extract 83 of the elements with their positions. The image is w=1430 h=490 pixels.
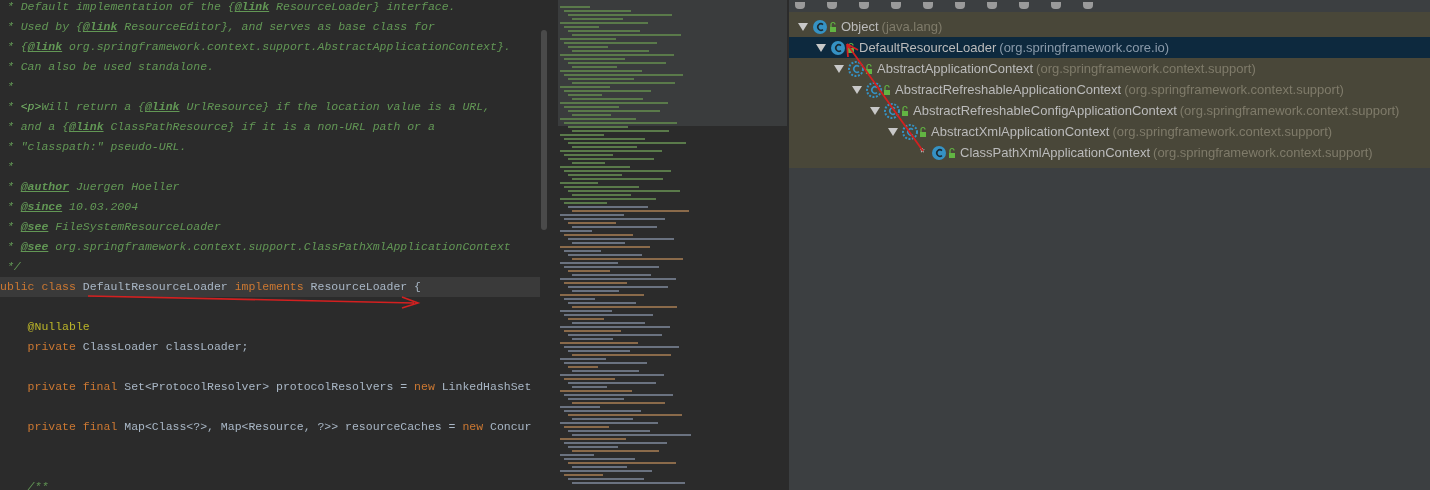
- comment-text: 10.03.2004: [68, 199, 139, 216]
- comment-text: *: [5, 99, 15, 116]
- toolbar-icon[interactable]: [891, 2, 901, 9]
- comment-text: *: [5, 239, 15, 256]
- annotation: @Nullable: [26, 319, 90, 336]
- comment-text: org.springframework.context.support.ClassPathXmlApplicationContext: [54, 239, 511, 256]
- comment-text: ResourceLoader} interface.: [275, 0, 456, 16]
- class-name: AbstractApplicationContext: [877, 59, 1034, 78]
- class-name: AbstractRefreshableConfigApplicationContext: [913, 101, 1177, 120]
- html-tag: <p>: [20, 98, 42, 116]
- toolbar-icon[interactable]: [923, 2, 933, 9]
- code-text: LinkedHashSet: [441, 379, 532, 396]
- comment-text: ClassPathResource} if it is a non-URL path or a: [109, 119, 435, 136]
- keyword: implements: [234, 279, 305, 296]
- comment-text: FileSystemResourceLoader: [54, 219, 221, 236]
- comment-text: *: [5, 159, 14, 176]
- comment-text: *: [5, 179, 15, 196]
- doc-tag: @link: [69, 118, 104, 136]
- comment-text: Used by {: [20, 19, 83, 36]
- code-text: Concur: [490, 419, 532, 436]
- keyword: private: [26, 339, 77, 356]
- doc-tag: @link: [234, 0, 270, 16]
- expand-arrow-icon[interactable]: [833, 63, 845, 74]
- comment-text: *: [5, 59, 15, 76]
- keyword: private final: [26, 379, 119, 396]
- code-editor[interactable]: [0, 0, 540, 490]
- comment-text: */: [5, 259, 21, 276]
- doc-tag: @link: [144, 98, 180, 116]
- doc-tag: @author: [20, 178, 70, 196]
- comment-text: Will return a {: [41, 99, 145, 116]
- doc-tag: @since: [20, 198, 63, 216]
- toolbar-icon[interactable]: [827, 2, 837, 9]
- toolbar-icon[interactable]: [1019, 2, 1029, 9]
- comment-text: Juergen Hoeller: [74, 179, 180, 196]
- toolbar-icon[interactable]: [1083, 2, 1093, 9]
- comment-text: *: [5, 79, 14, 96]
- code-text: Map<Class<?>, Map<Resource, ?>> resourceCaches =: [124, 419, 457, 436]
- tree-row[interactable]: DefaultResourceLoader (org.springframework.core.io): [789, 37, 1430, 58]
- comment-text: *: [5, 199, 15, 216]
- doc-tag: @link: [27, 38, 63, 56]
- code-text: DefaultResourceLoader: [82, 279, 229, 296]
- toolbar-icon[interactable]: [955, 2, 965, 9]
- expand-arrow-icon[interactable]: [887, 126, 899, 137]
- code-text: ResourceLoader {: [310, 279, 421, 296]
- keyword: private final: [26, 419, 119, 436]
- expand-arrow-icon[interactable]: [797, 21, 809, 32]
- comment-text: ResourceEditor}, and serves as base class for: [123, 19, 435, 36]
- comment-text: Default implementation of the {: [20, 0, 235, 16]
- expand-arrow-icon[interactable]: [815, 42, 827, 53]
- class-name: Object: [841, 17, 879, 36]
- comment-text: *: [5, 119, 15, 136]
- comment-text: UrlResource} if the location value is a URL,: [185, 99, 491, 116]
- keyword: new: [462, 419, 485, 436]
- doc-tag: @link: [82, 18, 118, 36]
- comment-text: *: [5, 219, 15, 236]
- class-name: AbstractXmlApplicationContext: [931, 122, 1110, 141]
- expand-arrow-icon[interactable]: [851, 84, 863, 95]
- code-text: ClassLoader classLoader;: [82, 339, 249, 356]
- toolbar-icon[interactable]: [1051, 2, 1061, 9]
- toolbar-icon[interactable]: [859, 2, 869, 9]
- class-name: ClassPathXmlApplicationContext: [960, 143, 1151, 162]
- code-text: Set<ProtocolResolver> protocolResolvers =: [124, 379, 409, 396]
- toolbar-icon[interactable]: [987, 2, 997, 9]
- comment-text: /**: [26, 479, 49, 490]
- comment-text: org.springframework.context.support.AbstractApplicationContext}.: [68, 39, 511, 56]
- expand-arrow-icon[interactable]: [869, 105, 881, 116]
- comment-text: {: [20, 39, 28, 56]
- doc-tag: @see: [20, 238, 49, 256]
- class-name: DefaultResourceLoader: [859, 38, 997, 57]
- comment-text: *: [5, 139, 15, 156]
- comment-text: "classpath:" pseudo-URL.: [20, 139, 187, 156]
- class-name: AbstractRefreshableApplicationContext: [895, 80, 1122, 99]
- comment-text: Can also be used standalone.: [20, 59, 214, 76]
- comment-text: and a {: [20, 119, 70, 136]
- doc-tag: @see: [20, 218, 49, 236]
- keyword: new: [414, 379, 436, 396]
- scrollbar-thumb[interactable]: [541, 30, 547, 230]
- comment-text: *: [5, 39, 15, 56]
- comment-text: *: [5, 0, 15, 16]
- toolbar-icon[interactable]: [795, 2, 805, 9]
- comment-text: *: [5, 19, 15, 36]
- keyword: ublic class: [0, 279, 77, 296]
- package-name: (org.springframework.core.io): [999, 38, 1170, 57]
